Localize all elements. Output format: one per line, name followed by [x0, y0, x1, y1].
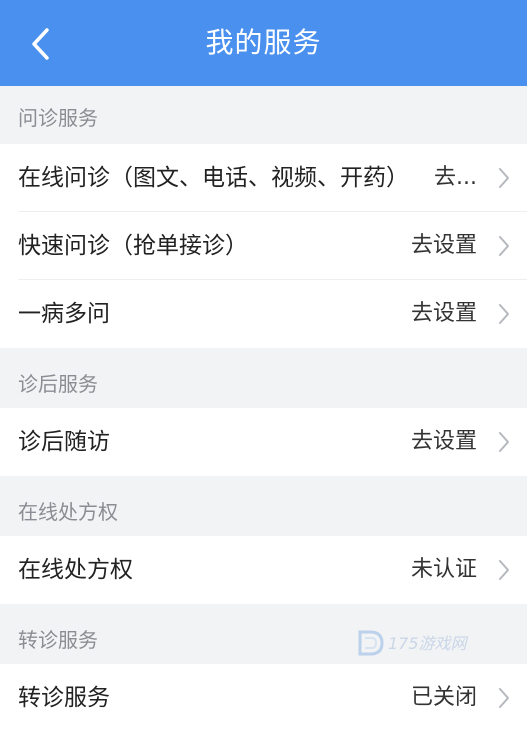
section-header-post-consultation: 诊后服务	[0, 348, 527, 408]
row-label: 在线问诊（图文、电话、视频、开药）	[18, 165, 409, 191]
row-label: 在线处方权	[18, 557, 133, 583]
list-item-quick-consultation[interactable]: 快速问诊（抢单接诊） 去设置	[0, 212, 527, 280]
row-label: 快速问诊（抢单接诊）	[18, 233, 248, 259]
list-item-follow-up[interactable]: 诊后随访 去设置	[0, 408, 527, 476]
list-item-referral[interactable]: 转诊服务 已关闭	[0, 664, 527, 732]
page-title: 我的服务	[205, 26, 322, 59]
section-title: 在线处方权	[18, 500, 118, 524]
chevron-right-icon	[499, 304, 509, 324]
section-title: 诊后服务	[18, 372, 98, 396]
row-value: 去...	[434, 165, 477, 190]
list-item-prescription-right[interactable]: 在线处方权 未认证	[0, 536, 527, 604]
row-label: 转诊服务	[18, 685, 110, 711]
row-value: 去设置	[410, 233, 477, 258]
row-value: 去设置	[410, 301, 477, 326]
row-label: 诊后随访	[18, 429, 110, 455]
chevron-right-icon	[499, 688, 509, 708]
row-value: 去设置	[410, 429, 477, 454]
chevron-right-icon	[499, 560, 509, 580]
navigation-bar: 我的服务	[0, 0, 527, 86]
section-header-consultation: 问诊服务	[0, 86, 527, 144]
row-value: 已关闭	[410, 685, 477, 710]
chevron-right-icon	[499, 432, 509, 452]
section-title: 转诊服务	[18, 628, 98, 652]
chevron-right-icon	[499, 168, 509, 188]
row-label: 一病多问	[18, 301, 110, 327]
watermark-logo: 175游戏网	[356, 628, 486, 658]
svg-text:175游戏网: 175游戏网	[388, 634, 469, 653]
chevron-right-icon	[499, 236, 509, 256]
watermark-logo-icon: 175游戏网	[358, 630, 469, 656]
row-value: 未认证	[410, 557, 477, 582]
section-title: 问诊服务	[18, 106, 98, 130]
list-item-online-consultation[interactable]: 在线问诊（图文、电话、视频、开药） 去...	[0, 144, 527, 212]
section-header-prescription: 在线处方权	[0, 476, 527, 536]
list-item-multi-question[interactable]: 一病多问 去设置	[0, 280, 527, 348]
